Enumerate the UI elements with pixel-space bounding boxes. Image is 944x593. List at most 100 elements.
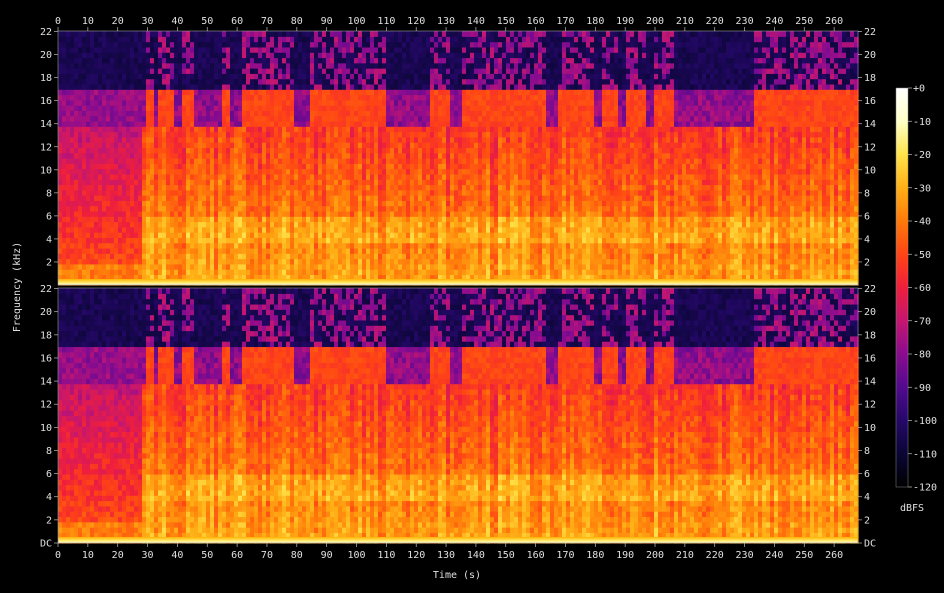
spectrogram-cell: [250, 105, 255, 111]
spectrogram-cell: [118, 142, 123, 149]
spectrogram-cell: [158, 110, 163, 117]
spectrogram-cell: [306, 41, 311, 48]
spectrogram-cell: [258, 258, 263, 265]
spectrogram-cell: [82, 41, 87, 48]
spectrogram-cell: [278, 242, 283, 249]
spectrogram-cell: [66, 210, 71, 217]
spectrogram-cell: [134, 168, 139, 175]
spectrogram-cell: [246, 62, 251, 69]
spectrogram-cell: [410, 62, 415, 69]
spectrogram-cell: [114, 158, 119, 164]
spectrogram-cell: [374, 242, 379, 249]
spectrogram-cell: [222, 184, 227, 191]
spectrogram-cell: [158, 237, 163, 244]
spectrogram-cell: [274, 210, 279, 217]
spectrogram-cell: [378, 78, 383, 85]
spectrogram-cell: [430, 46, 435, 53]
spectrogram-cell: [234, 158, 239, 164]
spectrogram-cell: [286, 115, 291, 122]
spectrogram-cell: [238, 173, 243, 180]
spectrogram-cell: [382, 168, 387, 175]
spectrogram-cell: [122, 205, 127, 212]
spectrogram-cell: [270, 253, 275, 260]
spectrogram-cell: [430, 242, 435, 249]
spectrogram-cell: [386, 99, 391, 106]
spectrogram-cell: [382, 120, 387, 127]
spectrogram-cell: [326, 94, 331, 101]
spectrogram-cell: [170, 163, 175, 170]
spectrogram-cell: [254, 195, 259, 201]
spectrogram-cell: [370, 83, 375, 90]
spectrogram-cell: [298, 31, 303, 37]
spectrogram-cell: [130, 184, 135, 191]
spectrogram-cell: [198, 142, 203, 149]
spectrogram-cell: [434, 147, 439, 154]
spectrogram-cell: [386, 120, 391, 127]
spectrogram-cell: [434, 36, 439, 43]
spectrogram-cell: [82, 152, 87, 159]
spectrogram-cell: [62, 247, 67, 254]
spectrogram-cell: [214, 147, 219, 154]
spectrogram-cell: [62, 83, 67, 90]
spectrogram-cell: [66, 253, 71, 260]
spectrogram-cell: [210, 237, 215, 244]
spectrogram-cell: [178, 189, 183, 196]
spectrogram-cell: [354, 242, 359, 249]
spectrogram-cell: [454, 158, 459, 164]
spectrogram-cell: [310, 110, 315, 117]
spectrogram-cell: [90, 216, 95, 223]
spectrogram-cell: [210, 168, 215, 175]
spectrogram-cell: [222, 221, 227, 228]
spectrogram-cell: [386, 189, 391, 196]
spectrogram-cell: [202, 195, 207, 201]
spectrogram-cell: [282, 68, 287, 74]
spectrogram-cell: [190, 115, 195, 122]
spectrogram-cell: [182, 147, 187, 154]
spectrogram-cell: [426, 73, 431, 80]
spectrogram-cell: [326, 110, 331, 117]
spectrogram-cell: [322, 136, 327, 143]
spectrogram-cell: [442, 205, 447, 212]
spectrogram-cell: [330, 57, 335, 64]
spectrogram-cell: [90, 163, 95, 170]
spectrogram-cell: [310, 62, 315, 69]
spectrogram-cell: [194, 110, 199, 117]
spectrogram-cell: [82, 73, 87, 80]
spectrogram-cell: [126, 105, 131, 111]
spectrogram-cell: [370, 31, 375, 37]
spectrogram-cell: [382, 62, 387, 69]
spectrogram-cell: [370, 247, 375, 254]
spectrogram-cell: [406, 242, 411, 249]
spectrogram-cell: [386, 94, 391, 101]
spectrogram-cell: [154, 110, 159, 117]
spectrogram-cell: [338, 46, 343, 53]
spectrogram-cell: [66, 62, 71, 69]
spectrogram-cell: [406, 83, 411, 90]
spectrogram-cell: [254, 57, 259, 64]
spectrogram-cell: [330, 210, 335, 217]
spectrogram-cell: [386, 173, 391, 180]
spectrogram-cell: [342, 57, 347, 64]
spectrogram-cell: [206, 31, 211, 37]
spectrogram-cell: [258, 94, 263, 101]
spectrogram-cell: [366, 247, 371, 254]
spectrogram-cell: [94, 247, 99, 254]
spectrogram-cell: [266, 73, 271, 80]
spectrogram-cell: [206, 158, 211, 164]
spectrogram-cell: [378, 226, 383, 233]
spectrogram-cell: [414, 269, 419, 276]
spectrogram-cell: [58, 205, 63, 212]
spectrogram-cell: [374, 73, 379, 80]
spectrogram-cell: [66, 36, 71, 43]
spectrogram-cell: [146, 57, 151, 64]
spectrogram-cell: [138, 253, 143, 260]
spectrogram-cell: [62, 173, 67, 180]
spectrogram-cell: [126, 147, 131, 154]
spectrogram-cell: [66, 242, 71, 249]
spectrogram-cell: [218, 253, 223, 260]
spectrogram-cell: [346, 195, 351, 201]
spectrogram-cell: [254, 247, 259, 254]
spectrogram-cell: [206, 120, 211, 127]
spectrogram-cell: [190, 136, 195, 143]
spectrogram-cell: [410, 247, 415, 254]
